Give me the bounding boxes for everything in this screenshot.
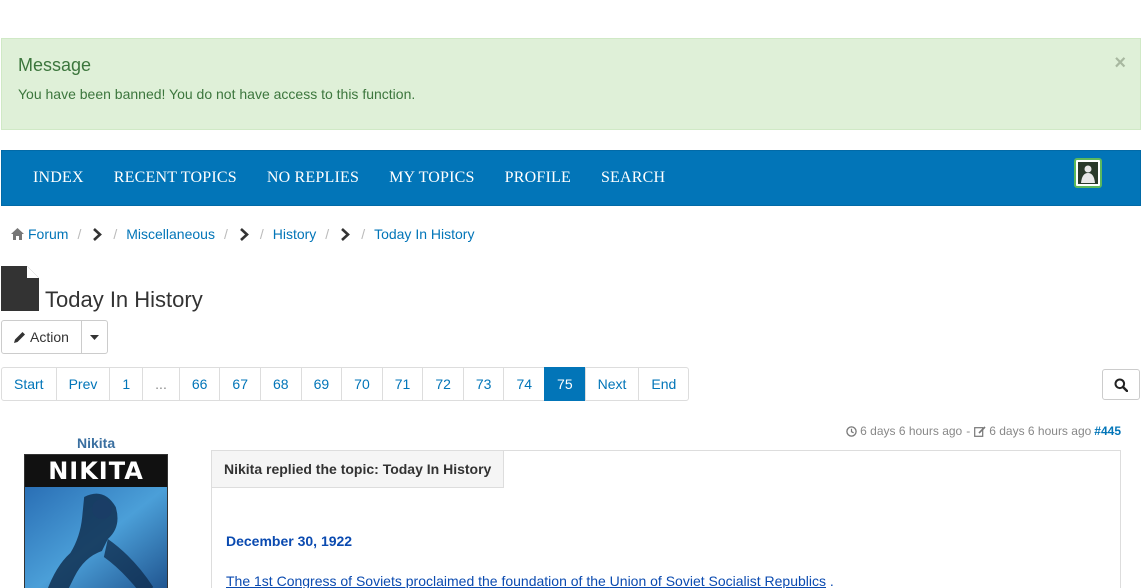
post-created-time: 6 days 6 hours ago <box>860 424 963 438</box>
alert-message: You have been banned! You do not have ac… <box>18 86 416 102</box>
breadcrumb-history[interactable]: History <box>273 226 317 242</box>
user-avatar-icon <box>1078 162 1098 184</box>
breadcrumb-separator: / <box>325 226 330 242</box>
search-button[interactable] <box>1102 369 1140 400</box>
nav-profile[interactable]: PROFILE <box>490 169 586 187</box>
user-avatar[interactable] <box>1074 158 1102 188</box>
action-dropdown-toggle[interactable] <box>82 321 107 353</box>
chevron-right-icon <box>340 227 351 241</box>
breadcrumb-separator: / <box>77 226 82 242</box>
search-icon <box>1114 378 1128 392</box>
page-link[interactable]: 72 <box>422 367 464 401</box>
page-link[interactable]: 70 <box>341 367 383 401</box>
pencil-icon <box>14 331 26 343</box>
action-button[interactable]: Action <box>2 321 82 353</box>
main-navbar: INDEX RECENT TOPICS NO REPLIES MY TOPICS… <box>1 150 1141 206</box>
page-heading: Today In History <box>1 266 203 314</box>
action-label: Action <box>30 329 69 345</box>
nav-search[interactable]: SEARCH <box>586 169 680 187</box>
page-link[interactable]: 74 <box>503 367 546 401</box>
chevron-right-icon <box>239 227 249 241</box>
post-author-name[interactable]: Nikita <box>77 435 115 451</box>
caret-down-icon <box>89 334 99 340</box>
breadcrumb: Forum / / Miscellaneous / / History / / … <box>11 226 474 242</box>
page-link[interactable]: 66 <box>178 367 221 401</box>
nav-recent-topics[interactable]: RECENT TOPICS <box>99 169 252 187</box>
post-date-heading: December 30, 1922 <box>226 533 353 549</box>
ussr-link[interactable]: Union of Soviet Socialist Republics <box>610 573 826 588</box>
page-ellipsis: ... <box>142 367 180 401</box>
breadcrumb-today-in-history[interactable]: Today In History <box>374 226 474 242</box>
breadcrumb-separator: / <box>259 226 264 242</box>
nav-no-replies[interactable]: NO REPLIES <box>252 169 374 187</box>
post-text-line: The 1st Congress of Soviets proclaimed t… <box>226 573 834 588</box>
nav-my-topics[interactable]: MY TOPICS <box>374 169 490 187</box>
page-link[interactable]: 71 <box>381 367 424 401</box>
post-text: The 1st Congress of Soviets proclaimed t… <box>226 573 610 588</box>
breadcrumb-separator: / <box>223 226 228 242</box>
page-link[interactable]: 1 <box>109 367 144 401</box>
page-link-active[interactable]: 75 <box>544 367 586 401</box>
chevron-right-icon <box>92 227 103 241</box>
page-link[interactable]: 68 <box>260 367 302 401</box>
pagination: Start Prev 1 ... 66 67 68 69 70 71 72 73… <box>1 367 690 401</box>
avatar-title: NIKITA <box>48 457 144 485</box>
post-number-link[interactable]: #445 <box>1094 424 1121 438</box>
page-link[interactable]: 67 <box>219 367 261 401</box>
page-start[interactable]: Start <box>1 367 57 401</box>
breadcrumb-miscellaneous[interactable]: Miscellaneous <box>126 226 215 242</box>
edit-icon <box>974 425 986 437</box>
post-meta: 6 days 6 hours ago - 6 days 6 hours ago … <box>846 424 1121 438</box>
page-title: Today In History <box>45 287 203 312</box>
post-header: Nikita replied the topic: Today In Histo… <box>211 450 505 488</box>
alert-title: Message <box>18 55 92 75</box>
post-edited-time: 6 days 6 hours ago <box>989 424 1092 438</box>
page-end[interactable]: End <box>638 367 690 401</box>
page-link[interactable]: 73 <box>462 367 505 401</box>
action-button-group: Action <box>1 320 108 354</box>
page-next[interactable]: Next <box>584 367 640 401</box>
post-author-avatar[interactable]: NIKITA <box>24 454 168 588</box>
post-text-end: . <box>826 573 834 588</box>
document-icon <box>1 266 39 314</box>
page-link[interactable]: 69 <box>300 367 343 401</box>
nav-index[interactable]: INDEX <box>18 169 99 187</box>
meta-separator: - <box>966 424 971 438</box>
close-icon[interactable]: × <box>1114 53 1126 73</box>
breadcrumb-forum[interactable]: Forum <box>28 226 68 242</box>
page-prev[interactable]: Prev <box>55 367 111 401</box>
breadcrumb-separator: / <box>361 226 366 242</box>
breadcrumb-separator: / <box>113 226 118 242</box>
clock-icon <box>846 425 857 437</box>
avatar-image <box>25 487 167 588</box>
post-container: Nikita replied the topic: Today In Histo… <box>211 450 1121 588</box>
home-icon <box>11 228 24 240</box>
ban-alert: Message You have been banned! You do not… <box>1 38 1141 130</box>
